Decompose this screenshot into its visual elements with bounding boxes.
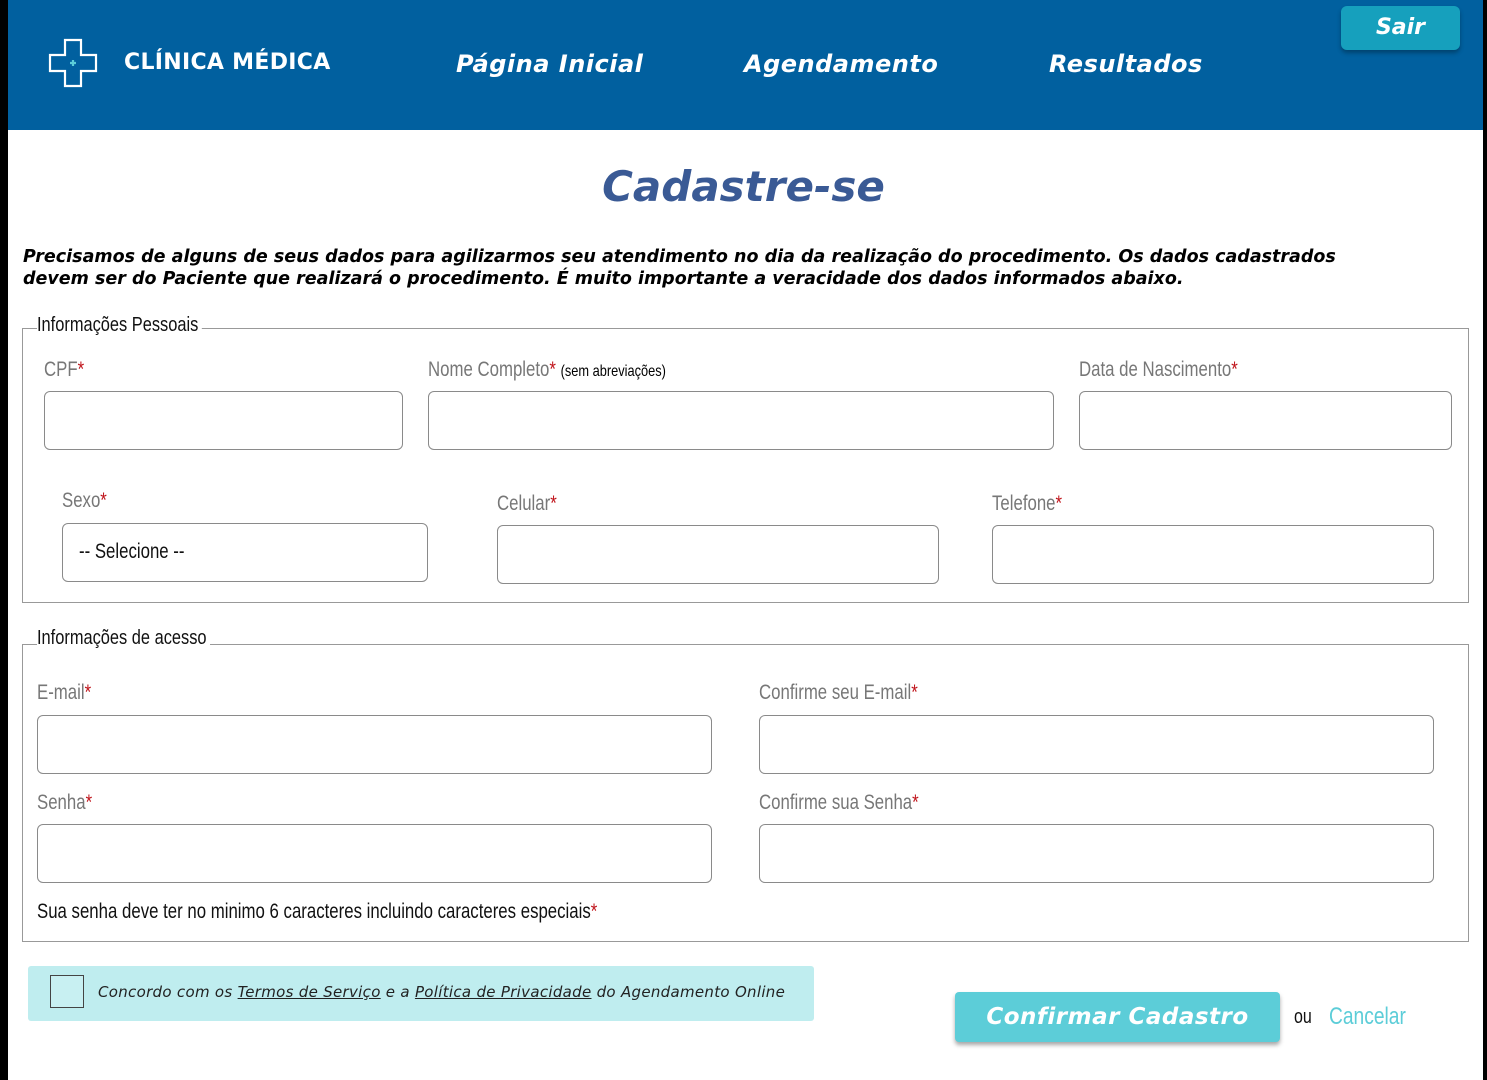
top-header: CLÍNICA MÉDICA Página Inicial Agendament… bbox=[8, 0, 1483, 130]
password-confirm-label: Confirme sua Senha* bbox=[759, 791, 919, 814]
birth-date-label: Data de Nascimento* bbox=[1079, 358, 1238, 381]
terms-of-service-link[interactable]: Termos de Serviço bbox=[238, 983, 381, 1001]
cancel-link[interactable]: Cancelar bbox=[1329, 1003, 1406, 1031]
birth-date-input[interactable] bbox=[1079, 391, 1452, 450]
access-info-legend: Informações de acesso bbox=[37, 627, 210, 650]
cpf-input[interactable] bbox=[44, 391, 403, 450]
sex-select[interactable]: -- Selecione -- bbox=[62, 523, 428, 582]
access-info-fieldset bbox=[22, 644, 1469, 942]
sex-label: Sexo* bbox=[62, 489, 107, 512]
intro-line-1: Precisamos de alguns de seus dados para … bbox=[23, 247, 1336, 267]
mobile-input[interactable] bbox=[497, 525, 939, 584]
privacy-policy-link[interactable]: Política de Privacidade bbox=[415, 983, 592, 1001]
cpf-label: CPF* bbox=[44, 358, 85, 381]
sex-select-value: -- Selecione -- bbox=[79, 540, 185, 563]
password-label: Senha* bbox=[37, 791, 93, 814]
email-confirm-input[interactable] bbox=[759, 715, 1434, 774]
email-label: E-mail* bbox=[37, 681, 92, 704]
nav-home-link[interactable]: Página Inicial bbox=[456, 50, 643, 78]
personal-info-legend: Informações Pessoais bbox=[37, 314, 202, 337]
logout-button[interactable]: Sair bbox=[1341, 6, 1460, 50]
full-name-input[interactable] bbox=[428, 391, 1054, 450]
password-requirement-note: Sua senha deve ter no minimo 6 caractere… bbox=[37, 900, 598, 923]
terms-text: Concordo com os Termos de Serviço e a Po… bbox=[98, 983, 786, 1001]
nav-schedule-link[interactable]: Agendamento bbox=[744, 50, 938, 78]
email-input[interactable] bbox=[37, 715, 712, 774]
or-text: ou bbox=[1294, 1006, 1312, 1028]
confirm-registration-button[interactable]: Confirmar Cadastro bbox=[955, 992, 1280, 1042]
password-input[interactable] bbox=[37, 824, 712, 883]
email-confirm-label: Confirme seu E-mail* bbox=[759, 681, 918, 704]
personal-fieldset-top-border bbox=[22, 328, 1469, 329]
medical-cross-icon bbox=[48, 38, 98, 88]
nav-results-link[interactable]: Resultados bbox=[1049, 50, 1203, 78]
mobile-label: Celular* bbox=[497, 492, 557, 515]
page-title: Cadastre-se bbox=[602, 162, 885, 211]
intro-text: Precisamos de alguns de seus dados para … bbox=[23, 246, 1403, 290]
phone-label: Telefone* bbox=[992, 492, 1063, 515]
brand-name: CLÍNICA MÉDICA bbox=[124, 50, 331, 75]
password-confirm-input[interactable] bbox=[759, 824, 1434, 883]
terms-agreement-box: Concordo com os Termos de Serviço e a Po… bbox=[28, 966, 814, 1021]
terms-checkbox[interactable] bbox=[50, 975, 84, 1008]
full-name-label: Nome Completo* (sem abreviações) bbox=[428, 358, 666, 381]
page-frame: CLÍNICA MÉDICA Página Inicial Agendament… bbox=[0, 0, 1487, 1080]
intro-line-2: devem ser do Paciente que realizará o pr… bbox=[23, 269, 1184, 289]
access-fieldset-top-border bbox=[22, 644, 1469, 645]
phone-input[interactable] bbox=[992, 525, 1434, 584]
